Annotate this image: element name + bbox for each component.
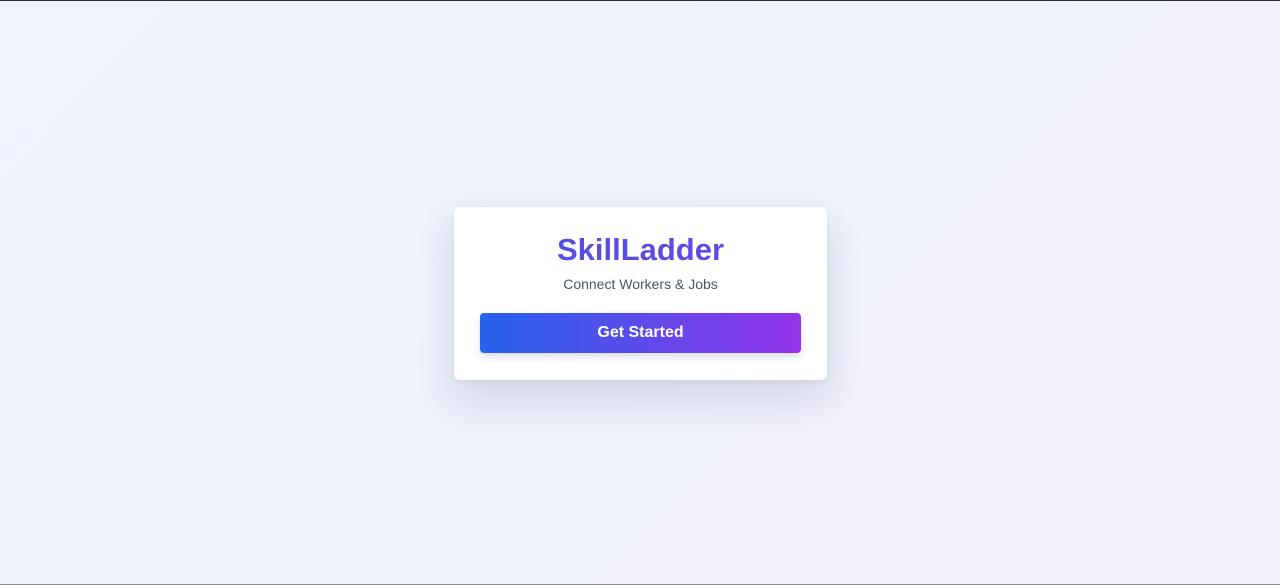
welcome-card: SkillLadder Connect Workers & Jobs Get S… <box>454 207 827 380</box>
app-title: SkillLadder <box>454 232 827 268</box>
get-started-button[interactable]: Get Started <box>480 313 801 353</box>
app-subtitle: Connect Workers & Jobs <box>563 276 718 292</box>
window-top-border <box>0 0 1280 1</box>
